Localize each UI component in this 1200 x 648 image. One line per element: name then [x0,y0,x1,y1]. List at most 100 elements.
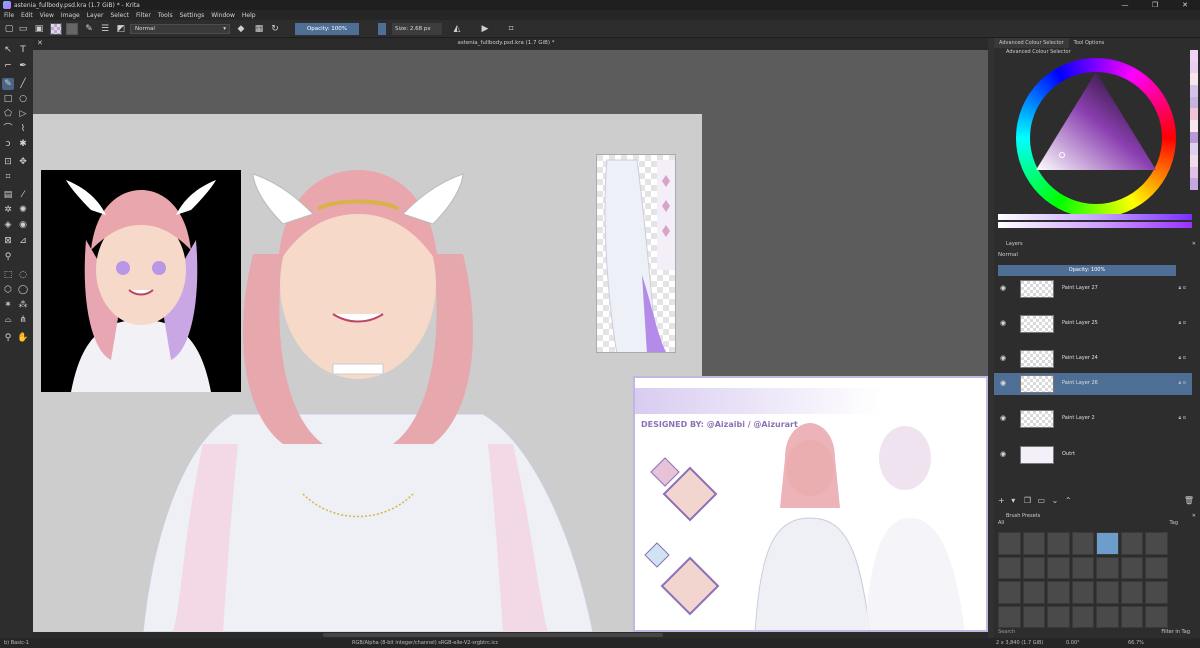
reload-preset-icon[interactable]: ↻ [270,24,280,34]
move-layer-down-icon[interactable]: ⌄ [1052,496,1059,505]
brush-preset[interactable] [1071,605,1095,628]
layer-row-selected[interactable]: ◉ Paint Layer 26 🔒︎ α [994,373,1192,395]
freehand-select-icon[interactable]: ◯ [17,284,29,296]
layer-list[interactable]: ◉ Paint Layer 27 🔒︎ α ◉ Paint Layer 25 🔒… [994,278,1200,492]
layer-opacity-slider[interactable]: Opacity: 100% [998,265,1176,276]
multibrush-icon[interactable]: ✱ [17,138,29,150]
brush-preset[interactable] [1071,532,1095,555]
brush-preset[interactable] [1047,581,1070,604]
ellipse-tool-icon[interactable]: ○ [17,93,29,105]
line-tool-icon[interactable]: ╱ [17,78,29,90]
layer-row[interactable]: ◉ Paint Layer 24 🔒︎ α [994,348,1192,370]
visibility-eye-icon[interactable]: ◉ [1000,379,1006,387]
duplicate-layer-icon[interactable]: ❐ [1024,496,1031,505]
brush-preset-icon[interactable]: ✎ [84,24,94,34]
brush-preset[interactable] [1022,605,1046,628]
scrollbar-thumb[interactable] [323,633,663,637]
text-tool-icon[interactable]: T [17,44,29,56]
brush-preset[interactable] [1071,581,1095,604]
preserve-alpha-icon[interactable]: ▦ [254,24,264,34]
edit-shapes-icon[interactable]: ⌐ [2,60,14,72]
menu-edit[interactable]: Edit [21,12,33,19]
gradient-slider-2[interactable] [998,222,1192,228]
layer-lock-icon[interactable]: 🔒︎ α [1178,355,1186,361]
status-brush[interactable]: b) Basic-1 [4,640,29,646]
reference-tool-icon[interactable]: ⚲ [2,251,14,263]
brush-preset[interactable] [998,532,1021,555]
visibility-eye-icon[interactable]: ◉ [1000,450,1006,458]
layer-row[interactable]: ◉ Paint Layer 25 🔒︎ α [994,313,1192,335]
polyline-tool-icon[interactable]: ▷ [17,108,29,120]
visibility-eye-icon[interactable]: ◉ [1000,284,1006,292]
move-tool-icon[interactable]: ✥ [17,156,29,168]
status-zoom[interactable]: 66.7% [1128,640,1144,646]
layer-lock-icon[interactable]: 🔒︎ α [1178,285,1186,291]
brush-preset[interactable] [1096,605,1119,628]
document-tab[interactable]: astenia_fullbody.psd.kra (1.7 GiB) * [41,40,971,46]
layer-options-icon[interactable]: ▾ [1011,496,1015,505]
ellipse-select-icon[interactable]: ◌ [17,269,29,281]
reference-image-side[interactable] [596,154,676,353]
layer-lock-icon[interactable]: 🔒︎ α [1178,380,1186,386]
brush-preset-selected[interactable] [1096,532,1119,555]
menu-settings[interactable]: Settings [180,12,205,19]
layer-blend-mode[interactable]: Normal [998,252,1192,261]
measure-tool-icon[interactable]: ⊿ [17,235,29,247]
layer-row[interactable]: ◉ Paint Layer 27 🔒︎ α [994,278,1192,300]
opacity-slider[interactable]: Opacity: 100% [295,23,359,35]
filter-in-tag-checkbox[interactable]: Filter in Tag [1161,629,1190,635]
enclose-fill-icon[interactable]: ◉ [17,219,29,231]
menu-tools[interactable]: Tools [158,12,173,19]
gradient-tool-icon[interactable]: ▤ [2,189,14,201]
size-slider[interactable]: Size: 2.68 px [392,23,442,35]
open-document-icon[interactable]: ▭ [18,24,28,34]
brush-preset[interactable] [998,581,1021,604]
menu-image[interactable]: Image [61,12,80,19]
brush-preset[interactable] [1047,556,1070,579]
eraser-icon[interactable]: ◆ [236,24,246,34]
brush-preset[interactable] [1022,556,1046,579]
contiguous-select-icon[interactable]: ✶ [2,299,14,311]
smart-patch-icon[interactable]: ✲ [2,204,14,216]
select-shapes-icon[interactable]: ↖ [2,44,14,56]
magnetic-select-icon[interactable]: ⋔ [17,314,29,326]
brush-editor-icon[interactable]: ◩ [116,24,126,34]
brush-preset[interactable] [1096,556,1119,579]
brush-preset[interactable] [1120,605,1144,628]
pan-tool-icon[interactable]: ✋ [17,332,29,344]
reference-design-sheet[interactable]: DESIGNED BY: @Aizaibi / @Aizurart [633,376,988,632]
brush-preset[interactable] [1145,532,1168,555]
brush-preset[interactable] [1047,532,1070,555]
crop-tool-icon[interactable]: ⌗ [2,171,14,183]
delete-layer-icon[interactable]: 🗑︎ [1184,496,1194,505]
new-document-icon[interactable]: ▢ [4,24,14,34]
maximize-button[interactable]: ❐ [1140,0,1170,10]
menu-filter[interactable]: Filter [136,12,151,19]
brush-preset[interactable] [998,605,1021,628]
bezier-tool-icon[interactable]: ⌒ [2,123,14,135]
close-brush-presets-icon[interactable]: ✕ [1192,512,1196,521]
blend-mode-select[interactable]: Normal ▾ [130,24,230,34]
mirror-vertical-icon[interactable]: ▶ [480,24,490,34]
brush-preset[interactable] [1120,556,1144,579]
layer-lock-icon[interactable]: 🔒︎ α [1178,415,1186,421]
brush-filter-select[interactable]: All [998,520,1004,526]
visibility-eye-icon[interactable]: ◉ [1000,354,1006,362]
freehand-brush-icon[interactable]: ✎ [2,78,14,90]
status-rotation[interactable]: 0.00° [1066,640,1080,646]
brush-search-input[interactable]: Search [998,629,1015,635]
minimize-button[interactable]: — [1110,0,1140,10]
colour-history-strip[interactable] [1190,50,1198,191]
brush-preset[interactable] [1145,581,1168,604]
save-icon[interactable]: ▣ [34,24,44,34]
zoom-tool-icon[interactable]: ⚲ [2,332,14,344]
move-layer-up-icon[interactable]: ⌃ [1065,496,1072,505]
similar-select-icon[interactable]: ⁂ [17,299,29,311]
background-gradient-swatch[interactable] [66,23,78,35]
brush-preset[interactable] [998,556,1021,579]
canvas-viewport[interactable]: DESIGNED BY: @Aizaibi / @Aizurart [33,50,988,632]
wrap-around-icon[interactable]: ⌗ [506,24,516,34]
mirror-horizontal-icon[interactable]: ◭ [452,24,462,34]
reference-image-portrait[interactable] [41,170,241,392]
brush-preset[interactable] [1145,556,1168,579]
